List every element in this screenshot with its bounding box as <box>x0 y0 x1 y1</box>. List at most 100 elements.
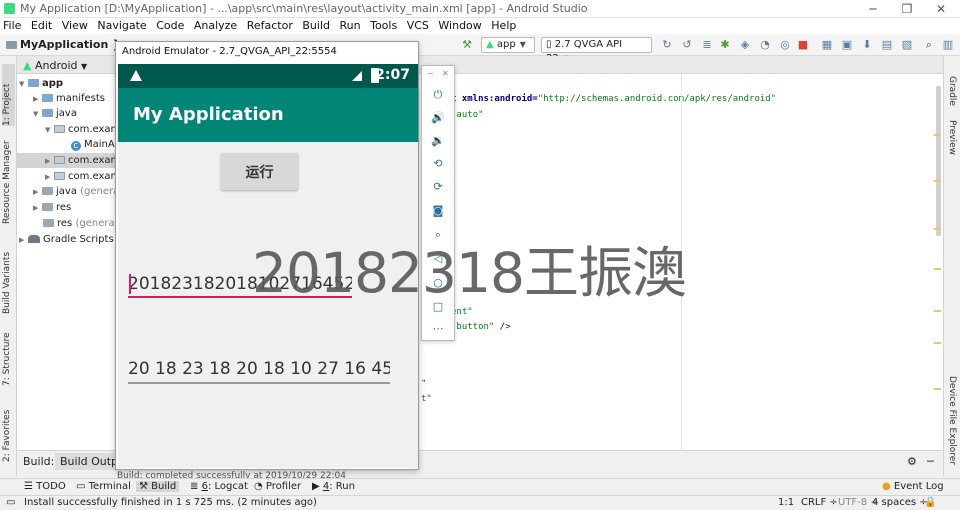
emulator-close[interactable]: ✕ <box>442 69 449 78</box>
warning-icon <box>130 70 142 81</box>
coverage-icon[interactable]: ◈ <box>738 38 752 52</box>
code-line: t xmlns:android="http://schemas.android.… <box>451 94 777 104</box>
code-line: " <box>421 379 427 389</box>
window-title: My Application [D:\MyApplication] - ...\… <box>20 2 588 15</box>
folder-icon <box>42 203 53 211</box>
maximize-button[interactable]: ❐ <box>890 0 924 18</box>
tab-device-file-explorer[interactable]: Device File Explorer <box>947 376 957 465</box>
output-edittext[interactable]: 20 18 23 18 20 18 10 27 16 45 23 <box>128 356 390 384</box>
indent-setting[interactable]: 4 spaces ÷ <box>872 497 928 508</box>
apply-code-changes-icon[interactable]: ↺ <box>680 38 694 52</box>
sync-gradle-icon[interactable]: ▦ <box>820 38 834 52</box>
rotate-right-icon[interactable]: ⟳ <box>430 180 446 194</box>
tool-profiler[interactable]: ◔ Profiler <box>254 481 301 492</box>
breadcrumb-project[interactable]: MyApplication ❯ <box>6 38 121 51</box>
menu-tools[interactable]: Tools <box>367 18 400 33</box>
tree-item-java-generated[interactable]: ▶java (generat <box>33 184 116 199</box>
tool-event-log[interactable]: ● Event Log <box>882 481 944 492</box>
code-line: "auto" <box>451 110 484 120</box>
attach-debugger-icon[interactable]: ◎ <box>778 38 792 52</box>
debug-icon[interactable]: ✱ <box>718 38 732 52</box>
volume-down-icon[interactable]: 🔉 <box>430 134 446 148</box>
tab-resource-manager[interactable]: Resource Manager <box>2 134 15 224</box>
rotate-left-icon[interactable]: ⟲ <box>430 157 446 171</box>
menu-refactor[interactable]: Refactor <box>244 18 296 33</box>
cursor-position[interactable]: 1:1 <box>778 497 794 508</box>
tree-item-main-activity[interactable]: C MainA <box>71 137 115 152</box>
profile-icon[interactable]: ◔ <box>758 38 772 52</box>
tab-project[interactable]: 1: Project <box>2 64 15 126</box>
tree-item-manifests[interactable]: ▶ manifests <box>33 91 105 106</box>
tree-item-app[interactable]: ▼ app <box>19 76 63 91</box>
menu-analyze[interactable]: Analyze <box>191 18 240 33</box>
stop-icon[interactable]: ■ <box>796 38 810 52</box>
tool-todo[interactable]: ☰ TODO <box>24 481 66 492</box>
project-view-selector[interactable]: ▲ Android ▼ <box>17 56 116 74</box>
menu-navigate[interactable]: Navigate <box>94 18 149 33</box>
menu-run[interactable]: Run <box>337 18 364 33</box>
avd-manager-icon[interactable]: ▣ <box>840 38 854 52</box>
tree-item-res[interactable]: ▶ res <box>33 200 71 215</box>
search-icon[interactable]: ⌕ <box>922 38 936 52</box>
camera-icon[interactable]: ◙ <box>430 204 446 218</box>
menu-view[interactable]: View <box>59 18 91 33</box>
menu-window[interactable]: Window <box>435 18 484 33</box>
run-config-select[interactable]: ▲ app ▼ <box>481 37 535 53</box>
menu-vcs[interactable]: VCS <box>404 18 432 33</box>
device-select[interactable]: ▯ 2.7 QVGA API 22▼ <box>541 37 652 64</box>
more-icon[interactable]: ⋯ <box>430 322 446 336</box>
tool-logcat[interactable]: ≣ 6: Logcat <box>190 481 248 492</box>
power-icon[interactable]: ⏻ <box>430 88 446 102</box>
tool-build[interactable]: ⚒ Build <box>136 481 180 492</box>
menu-file[interactable]: File <box>0 18 24 33</box>
build-label: Build: <box>23 455 55 468</box>
phone-status-bar: 2:07 <box>118 64 418 88</box>
tab-structure[interactable]: 7: Structure <box>2 326 15 387</box>
tree-item-package-android-test[interactable]: ▶ com.exam <box>45 169 116 184</box>
sdk-manager-icon[interactable]: ⬇ <box>860 38 874 52</box>
apply-changes-icon[interactable]: ↻ <box>660 38 674 52</box>
line-separator[interactable]: CRLF ÷ <box>801 497 838 508</box>
tree-item-package-test[interactable]: ▶ com.exam <box>17 153 116 168</box>
run-button[interactable]: 运行 <box>221 153 298 190</box>
phone-clock: 2:07 <box>375 67 410 83</box>
menu-bar: File Edit View Navigate Code Analyze Ref… <box>0 18 960 34</box>
run-tests-icon[interactable]: ≣ <box>700 38 714 52</box>
menu-build[interactable]: Build <box>299 18 333 33</box>
tool-terminal[interactable]: ▭ Terminal <box>76 481 131 492</box>
emulator-minimize[interactable]: ─ <box>428 69 433 78</box>
volume-up-icon[interactable]: 🔊 <box>430 111 446 125</box>
package-icon <box>54 172 65 180</box>
menu-help[interactable]: Help <box>488 18 519 33</box>
tab-build-variants[interactable]: Build Variants <box>2 240 15 314</box>
tab-favorites[interactable]: 2: Favorites <box>2 402 15 462</box>
folder-icon <box>6 41 17 49</box>
project-structure-icon[interactable]: ▤ <box>880 38 894 52</box>
hammer-icon[interactable]: ⚒ <box>460 38 474 52</box>
tool-window-bar: ☰ TODO ▭ Terminal ⚒ Build ≣ 6: Logcat ◔ … <box>0 478 960 495</box>
gear-icon[interactable]: ⚙ <box>907 455 917 468</box>
folder-icon <box>43 219 54 227</box>
tree-item-package[interactable]: ▼ com.exam <box>45 122 116 137</box>
menu-code[interactable]: Code <box>153 18 187 33</box>
lock-icon[interactable]: 🔒 <box>924 497 936 508</box>
folder-icon <box>42 109 53 117</box>
sidebar-toggle-icon[interactable]: ▥ <box>941 38 955 52</box>
minimize-button[interactable]: ─ <box>856 0 890 18</box>
folder-icon <box>42 94 53 102</box>
package-icon <box>54 125 65 133</box>
tool-run[interactable]: ▶ 4: Run <box>312 481 355 492</box>
title-bar: My Application [D:\MyApplication] - ...\… <box>0 0 960 18</box>
folder-icon <box>28 79 39 87</box>
tab-preview[interactable]: Preview <box>947 120 957 155</box>
tree-item-gradle-scripts[interactable]: ▶ Gradle Scripts <box>19 232 114 247</box>
tree-item-res-generated[interactable]: res (generate <box>43 216 116 231</box>
layout-inspector-icon[interactable]: ▧ <box>900 38 914 52</box>
tree-item-java[interactable]: ▼ java <box>33 106 77 121</box>
minimize-panel-icon[interactable]: ─ <box>927 455 934 468</box>
status-icon: ▭ <box>6 497 16 508</box>
close-window-button[interactable]: ✕ <box>924 0 958 18</box>
tab-gradle[interactable]: Gradle <box>947 76 957 106</box>
left-tool-stripe: 1: Project Resource Manager Build Varian… <box>0 56 17 476</box>
menu-edit[interactable]: Edit <box>28 18 55 33</box>
